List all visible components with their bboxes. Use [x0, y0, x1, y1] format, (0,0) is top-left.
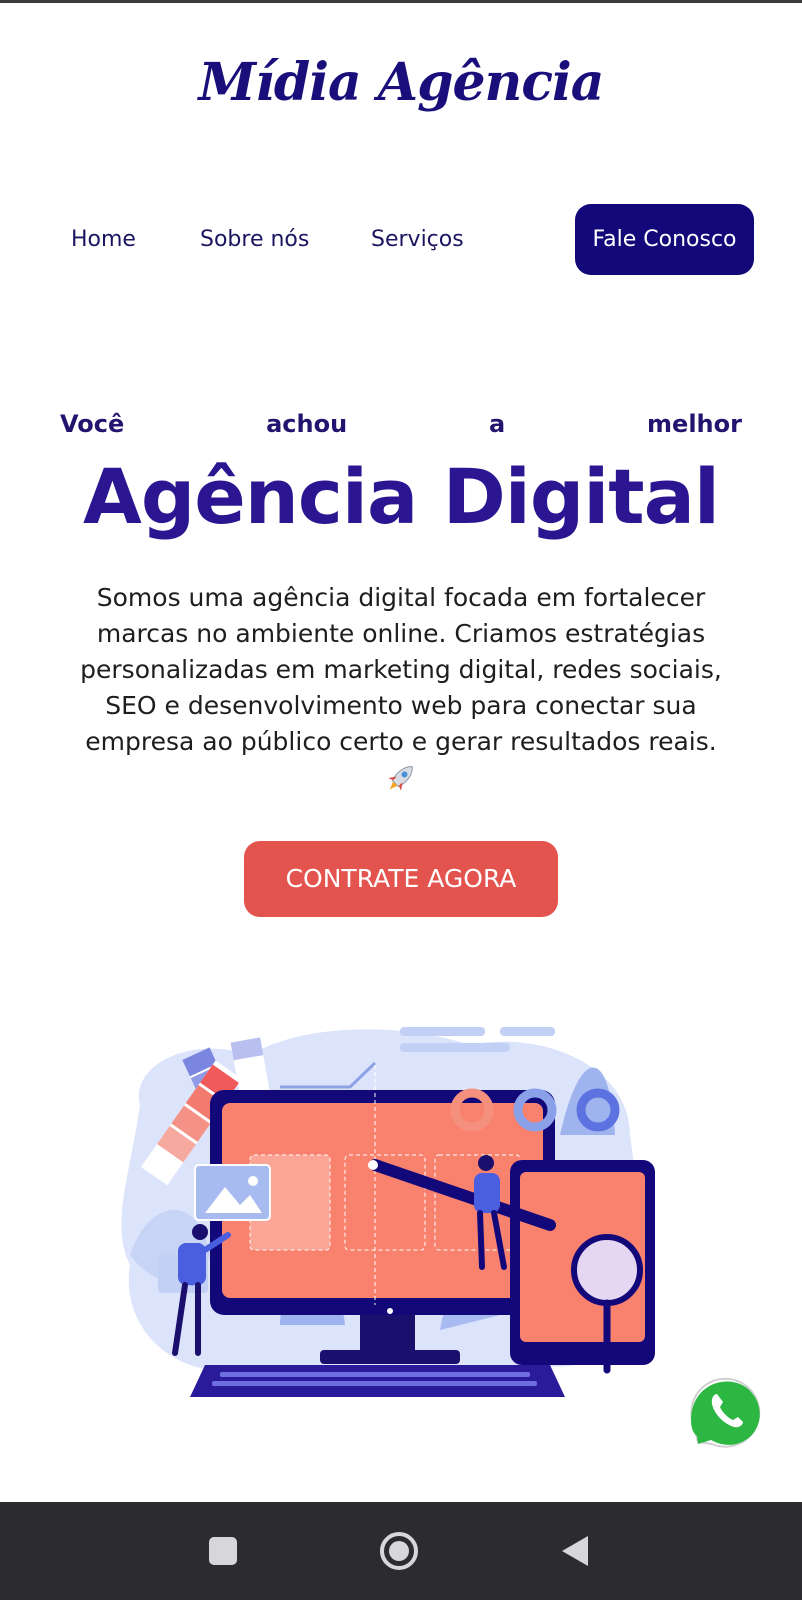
digital-agency-illustration — [121, 1027, 655, 1397]
home-icon[interactable] — [378, 1530, 420, 1572]
eyebrow-word: achou — [266, 410, 348, 438]
recents-icon[interactable] — [207, 1535, 239, 1567]
hero-description-text: Somos uma agência digital focada em fort… — [80, 583, 722, 756]
status-line — [0, 0, 802, 3]
eyebrow-word: melhor — [647, 410, 742, 438]
nav-sobre-nos[interactable]: Sobre nós — [200, 204, 309, 276]
fale-conosco-button[interactable]: Fale Conosco — [575, 204, 754, 275]
back-icon[interactable] — [560, 1534, 592, 1568]
eyebrow-word: Você — [60, 410, 125, 438]
nav-home[interactable]: Home — [71, 204, 136, 276]
hero-title: Agência Digital — [83, 452, 720, 541]
site-logo[interactable]: Mídia Agência — [0, 52, 802, 113]
eyebrow-word: a — [489, 410, 506, 438]
contrate-agora-button[interactable]: CONTRATE AGORA — [244, 841, 558, 917]
hero-eyebrow: Você achou a melhor — [60, 410, 742, 438]
main-nav: Home Sobre nós Serviços Fale Conosco — [0, 204, 802, 276]
system-nav-bar — [0, 1502, 802, 1600]
hero-description: Somos uma agência digital focada em fort… — [80, 580, 722, 796]
whatsapp-icon[interactable] — [684, 1368, 770, 1454]
rocket-icon — [388, 766, 413, 791]
nav-servicos[interactable]: Serviços — [371, 204, 464, 276]
